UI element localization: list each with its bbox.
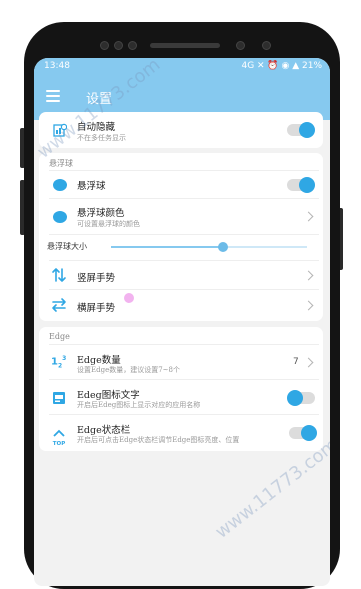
chevron-right-icon xyxy=(303,357,314,368)
floating-ball-color-icon xyxy=(53,211,67,223)
card-edge: Edge 123 Edge数量 设置Edge数量，建议设置7~8个 7 Edeg… xyxy=(39,327,323,451)
phone-sensor xyxy=(114,41,123,50)
status-time: 13:48 xyxy=(44,61,70,71)
floating-ball-color-subtitle: 可设置悬浮球的颜色 xyxy=(77,220,140,228)
swap-horizontal-icon xyxy=(51,297,67,313)
edge-icon-text-subtitle: 开启后Edeg图标上显示对应的应用名称 xyxy=(77,401,201,409)
portrait-gesture-row[interactable]: 竖屏手势 xyxy=(39,261,323,289)
card-floating-ball: 悬浮球 悬浮球 悬浮球颜色 可设置悬浮球的颜色 悬浮球大小 竖屏手势 横屏手势 xyxy=(39,153,323,321)
swap-vertical-icon xyxy=(51,267,67,283)
edge-status-bar-row: TOP Edge状态栏 开启后可点击Edge状态栏调节Edge图标亮度、位置 xyxy=(39,415,323,449)
touch-indicator xyxy=(124,293,134,303)
auto-hide-title: 自动隐藏 xyxy=(77,122,116,133)
status-icons: 4G ✕ ⏰ ◉ ▲ 21% xyxy=(241,61,322,71)
edge-icon-text-title: Edeg图标文字 xyxy=(77,390,140,401)
edge-status-bar-title: Edge状态栏 xyxy=(77,425,131,436)
phone-camera xyxy=(262,41,271,50)
phone-camera xyxy=(236,41,245,50)
edge-icon-text-toggle[interactable] xyxy=(287,390,315,406)
chevron-right-icon xyxy=(303,300,314,311)
floating-ball-size-slider[interactable] xyxy=(111,246,307,248)
floating-ball-title: 悬浮球 xyxy=(77,181,106,192)
numbers-icon: 123 xyxy=(51,355,67,370)
section-header-floating-ball: 悬浮球 xyxy=(49,159,73,168)
edge-status-bar-toggle[interactable] xyxy=(289,425,317,441)
floating-ball-color-title: 悬浮球颜色 xyxy=(77,208,125,219)
auto-hide-toggle[interactable] xyxy=(287,122,315,138)
floating-ball-color-row[interactable]: 悬浮球颜色 可设置悬浮球的颜色 xyxy=(39,199,323,233)
portrait-gesture-title: 竖屏手势 xyxy=(77,273,116,284)
landscape-gesture-title: 横屏手势 xyxy=(77,303,116,314)
phone-speaker xyxy=(150,43,220,48)
image-icon xyxy=(52,390,66,404)
auto-hide-subtitle: 不在多任务显示 xyxy=(77,134,126,142)
edge-count-title: Edge数量 xyxy=(77,355,121,366)
edge-status-bar-subtitle: 开启后可点击Edge状态栏调节Edge图标亮度、位置 xyxy=(77,436,240,444)
page-title: 设置 xyxy=(86,92,113,107)
slider-handle[interactable] xyxy=(217,242,228,252)
status-bar: 13:48 4G ✕ ⏰ ◉ ▲ 21% xyxy=(34,58,330,76)
landscape-gesture-row[interactable]: 横屏手势 xyxy=(39,290,323,320)
floating-ball-toggle[interactable] xyxy=(287,177,315,193)
phone-sensor xyxy=(100,41,109,50)
phone-sensor xyxy=(128,41,137,50)
section-header-edge: Edge xyxy=(49,332,70,341)
floating-ball-size-label: 悬浮球大小 xyxy=(47,242,87,251)
edge-icon-text-row: Edeg图标文字 开启后Edeg图标上显示对应的应用名称 xyxy=(39,380,323,414)
top-icon: TOP xyxy=(49,422,69,447)
edge-count-subtitle: 设置Edge数量，建议设置7~8个 xyxy=(77,366,180,374)
edge-count-value: 7 xyxy=(293,357,299,367)
auto-hide-icon xyxy=(53,122,68,137)
card-auto-hide: 自动隐藏 不在多任务显示 xyxy=(39,112,323,148)
floating-ball-icon xyxy=(53,179,67,191)
chevron-right-icon xyxy=(303,211,314,222)
phone-screen: 13:48 4G ✕ ⏰ ◉ ▲ 21% 设置 自动隐藏 不在多任务显示 悬浮球… xyxy=(34,58,330,586)
chevron-right-icon xyxy=(303,270,314,281)
edge-count-row[interactable]: 123 Edge数量 设置Edge数量，建议设置7~8个 7 xyxy=(39,345,323,379)
menu-icon[interactable] xyxy=(46,90,60,102)
